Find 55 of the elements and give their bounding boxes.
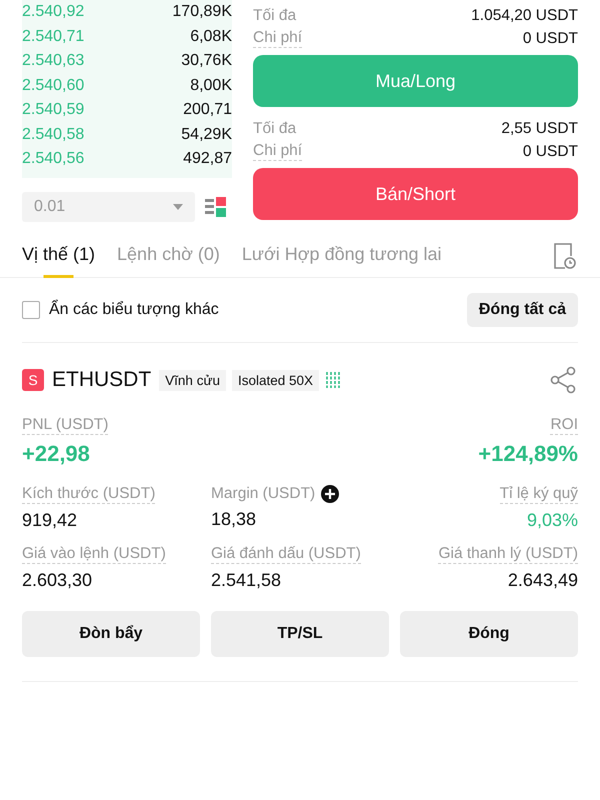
bid-amount: 200,71 bbox=[183, 101, 232, 120]
bid-amount: 170,89K bbox=[172, 3, 232, 22]
cost-label: Chi phí bbox=[253, 29, 302, 48]
tab[interactable]: Vị thế (1) bbox=[22, 244, 96, 278]
bid-price: 2.540,59 bbox=[22, 101, 84, 120]
bid-price: 2.540,58 bbox=[22, 126, 84, 144]
sell-short-button[interactable]: Bán/Short bbox=[253, 168, 578, 220]
cost-value: 0 USDT bbox=[522, 30, 578, 48]
caret-icon bbox=[173, 204, 183, 210]
bid-amount: 492,87 bbox=[183, 150, 232, 168]
bid-amount: 30,76K bbox=[181, 52, 232, 70]
cost-value: 0 USDT bbox=[522, 142, 578, 160]
roi-value: +124,89% bbox=[478, 441, 578, 467]
stat-value: 2.643,49 bbox=[508, 570, 578, 591]
pnl-value: +22,98 bbox=[22, 441, 90, 467]
checkbox[interactable] bbox=[22, 301, 40, 319]
bid-price: 2.540,56 bbox=[22, 150, 84, 168]
side-badge: S bbox=[22, 369, 44, 391]
symbol: ETHUSDT bbox=[52, 368, 152, 392]
stat-label: Giá vào lệnh (USDT) bbox=[22, 545, 166, 564]
bid-amount: 54,29K bbox=[181, 126, 232, 144]
stat-label: Giá thanh lý (USDT) bbox=[438, 545, 578, 564]
history-icon[interactable] bbox=[552, 242, 578, 270]
action-button[interactable]: Đòn bẩy bbox=[22, 611, 200, 657]
bid-price: 2.540,63 bbox=[22, 52, 84, 70]
max-value: 2,55 USDT bbox=[501, 120, 578, 138]
stat-value: 18,38 bbox=[211, 509, 256, 530]
bid-price: 2.540,60 bbox=[22, 76, 84, 95]
max-label: Tối đa bbox=[253, 6, 296, 24]
stat-label: Tỉ lệ ký quỹ bbox=[500, 485, 578, 504]
action-button[interactable]: Đóng bbox=[400, 611, 578, 657]
stat-value: 2.541,58 bbox=[211, 570, 282, 591]
stat-label: Giá đánh dấu (USDT) bbox=[211, 545, 361, 564]
max-value: 1.054,20 USDT bbox=[471, 6, 578, 24]
stat-value: 919,42 bbox=[22, 510, 78, 531]
share-icon[interactable] bbox=[550, 366, 578, 394]
action-button[interactable]: TP/SL bbox=[211, 611, 389, 657]
bid-amount: 8,00K bbox=[190, 76, 232, 95]
add-icon[interactable] bbox=[321, 485, 340, 503]
stat-value: 2.603,30 bbox=[22, 570, 92, 591]
roi-label: ROI bbox=[550, 416, 578, 435]
tag: Vĩnh cửu bbox=[159, 370, 226, 390]
checkbox-label: Ẩn các biểu tượng khác bbox=[49, 301, 219, 319]
tag: Isolated 50X bbox=[232, 370, 320, 390]
cost-label: Chi phí bbox=[253, 142, 302, 161]
bid-amount: 6,08K bbox=[190, 28, 232, 46]
close-all-button[interactable]: Đóng tất cả bbox=[466, 293, 578, 327]
bid-price: 2.540,71 bbox=[22, 28, 84, 46]
bid-price: 2.540,92 bbox=[22, 3, 84, 22]
stat-value: 9,03% bbox=[526, 510, 578, 531]
book-layout-icon[interactable] bbox=[205, 196, 227, 218]
pnl-label: PNL (USDT) bbox=[22, 416, 108, 435]
stat-label: Margin (USDT) bbox=[211, 485, 316, 503]
stat-label: Kích thước (USDT) bbox=[22, 485, 156, 504]
max-label: Tối đa bbox=[253, 120, 296, 138]
